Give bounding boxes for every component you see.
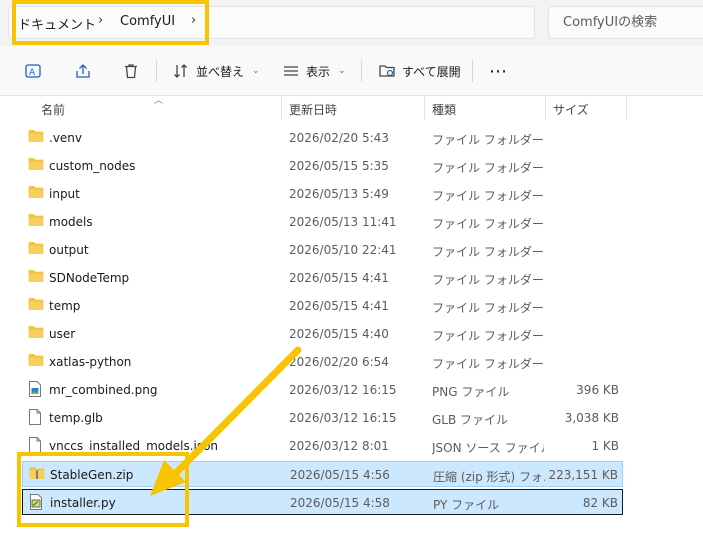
annotation-arrow xyxy=(150,346,302,496)
